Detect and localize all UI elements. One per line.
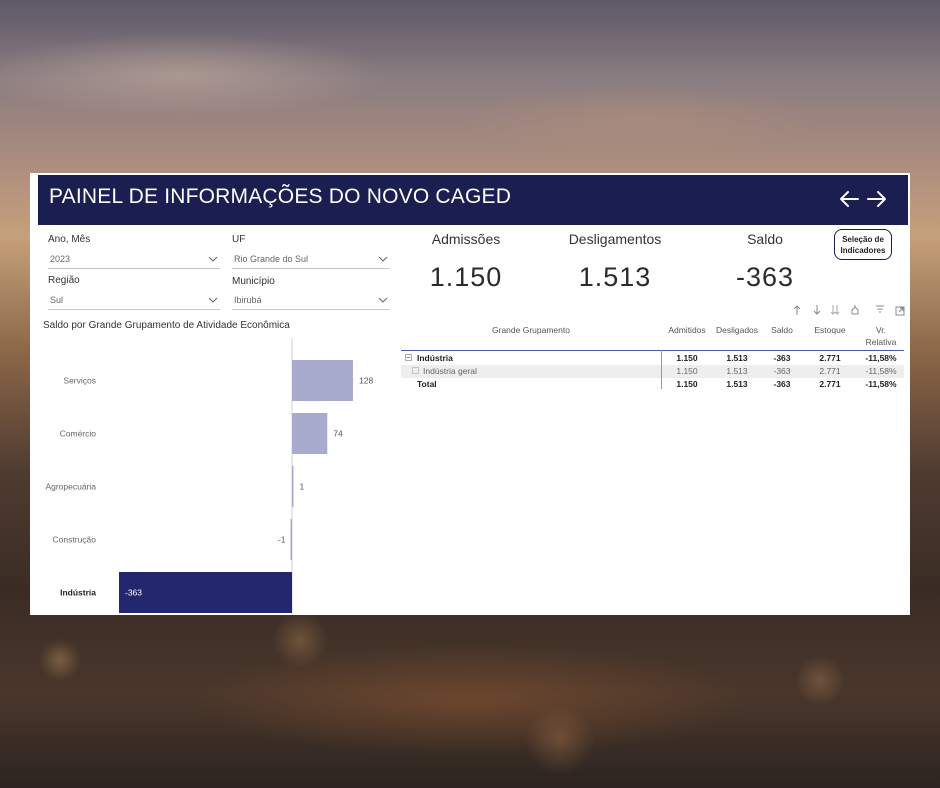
cell-desligados: 1.513 — [726, 353, 748, 363]
kpi-label-desligamentos: Desligamentos — [568, 231, 662, 247]
category-label: Serviços — [63, 376, 96, 386]
table-row[interactable]: Indústria geral 1.150 1.513 -363 2.771 -… — [401, 365, 904, 378]
bar-serviços[interactable] — [292, 360, 353, 401]
saldo-bar-chart: Serviços 128 Comércio 74 Agropecuária 1 Constr… — [45, 338, 373, 615]
filter-label-ano-mes: Ano, Mês — [48, 234, 91, 245]
kpi-value-admissoes: 1.150 — [429, 262, 503, 292]
category-label: Comércio — [60, 429, 97, 439]
collapse-icon[interactable] — [405, 354, 412, 361]
column-header-desligados: Desligados — [715, 325, 759, 335]
cell-saldo: -363 — [773, 366, 791, 376]
filter-label-regiao: Região — [48, 275, 80, 286]
kpi-value-desligamentos: 1.513 — [578, 262, 652, 292]
column-header-grupamento: Grande Grupamento — [492, 325, 570, 335]
expand-icon[interactable] — [412, 367, 419, 374]
uf-dropdown[interactable]: Rio Grande do Sul — [232, 251, 390, 269]
cell-saldo: -363 — [773, 379, 791, 389]
municipio-value: Ibirubá — [234, 295, 262, 305]
selecao-button-line2: Indicadores — [840, 245, 886, 255]
cell-estoque: 2.771 — [819, 366, 841, 376]
cell-vr-relativa: -11,58% — [865, 379, 897, 389]
vr-header-line2: Relativa — [865, 337, 897, 347]
cell-estoque: 2.771 — [819, 353, 841, 363]
category-label: Indústria — [60, 588, 96, 598]
arrow-up-icon[interactable] — [792, 304, 802, 316]
data-label: 74 — [333, 429, 343, 439]
bar-construção[interactable] — [290, 519, 293, 560]
arrow-down-icon[interactable] — [812, 304, 822, 316]
row-name: Indústria — [417, 353, 453, 363]
regiao-dropdown[interactable]: Sul — [48, 292, 220, 310]
row-name: Indústria geral — [423, 366, 477, 376]
cell-admitidos: 1.150 — [676, 366, 698, 376]
municipio-dropdown[interactable]: Ibirubá — [232, 292, 390, 310]
row-name: Total — [417, 379, 437, 389]
drill-down-icon[interactable] — [850, 304, 860, 316]
filter-label-uf: UF — [232, 234, 246, 245]
selecao-button-line1: Seleção de — [842, 234, 884, 244]
category-label: Construção — [53, 535, 97, 545]
cell-vr-relativa: -11,58% — [865, 366, 897, 376]
cell-saldo: -363 — [773, 353, 791, 363]
table-row[interactable]: Indústria 1.150 1.513 -363 2.771 -11,58% — [401, 352, 904, 365]
bar-agropecuária[interactable] — [292, 466, 294, 507]
chevron-down-icon — [378, 296, 388, 304]
page-title: PAINEL DE INFORMAÇÕES DO NOVO CAGED — [49, 185, 512, 208]
cell-admitidos: 1.150 — [676, 353, 698, 363]
uf-value: Rio Grande do Sul — [234, 254, 309, 264]
data-label: 128 — [359, 376, 373, 386]
filter-icon[interactable] — [875, 304, 885, 316]
cell-estoque: 2.771 — [819, 379, 841, 389]
regiao-value: Sul — [50, 295, 64, 305]
expand-all-down-icon[interactable] — [830, 304, 840, 316]
selecao-indicadores-button[interactable]: Seleção de Indicadores — [834, 229, 892, 260]
cell-desligados: 1.513 — [726, 366, 748, 376]
kpi-label-admissoes: Admissões — [431, 231, 501, 247]
focus-mode-icon[interactable] — [895, 304, 905, 316]
column-header-estoque: Estoque — [814, 325, 846, 335]
kpi-label-saldo: Saldo — [747, 231, 783, 247]
chevron-down-icon — [378, 255, 388, 263]
kpi-value-saldo: -363 — [735, 262, 795, 292]
cell-admitidos: 1.150 — [676, 379, 698, 389]
category-label: Agropecuária — [45, 482, 96, 492]
data-label: -1 — [278, 535, 286, 545]
data-label: 1 — [300, 482, 305, 492]
dashboard-header: PAINEL DE INFORMAÇÕES DO NOVO CAGED — [38, 175, 908, 225]
column-divider — [661, 350, 662, 389]
filter-label-municipio: Município — [232, 276, 275, 287]
arrow-right-icon[interactable] — [865, 187, 889, 211]
chevron-down-icon — [208, 255, 218, 263]
vr-header-line1: Vr. — [875, 325, 887, 335]
bar-comércio[interactable] — [292, 413, 328, 454]
bar-indústria[interactable] — [119, 572, 292, 613]
column-header-admitidos: Admitidos — [668, 325, 706, 335]
cell-desligados: 1.513 — [726, 379, 748, 389]
arrow-left-icon[interactable] — [837, 187, 861, 211]
dashboard-panel: PAINEL DE INFORMAÇÕES DO NOVO CAGED Ano,… — [30, 173, 910, 615]
data-label: -363 — [125, 588, 142, 598]
cell-vr-relativa: -11,58% — [865, 353, 897, 363]
column-header-vr-relativa: Vr. Relativa — [858, 324, 904, 348]
chart-title: Saldo por Grande Grupamento de Atividade… — [43, 320, 290, 331]
table-total-row: Total 1.150 1.513 -363 2.771 -11,58% — [401, 378, 904, 391]
ano-mes-value: 2023 — [50, 254, 71, 264]
ano-mes-dropdown[interactable]: 2023 — [48, 251, 220, 269]
header-divider — [401, 350, 904, 351]
chevron-down-icon — [208, 296, 218, 304]
column-header-saldo: Saldo — [771, 325, 793, 335]
